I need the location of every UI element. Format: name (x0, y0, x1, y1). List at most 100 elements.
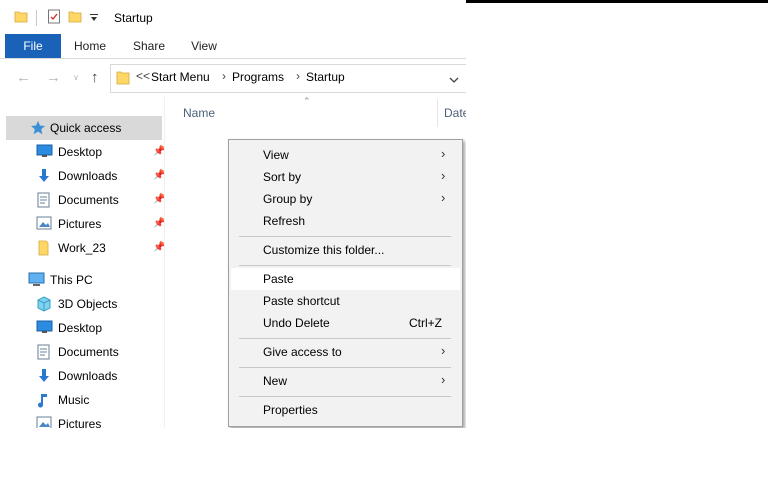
menu-item-give-access[interactable]: Give access to › (231, 341, 460, 363)
nav-label: Downloads (58, 169, 118, 183)
menu-separator (239, 265, 451, 266)
menu-item-view[interactable]: View › (231, 144, 460, 166)
nav-item-pictures-pc[interactable]: Pictures (6, 412, 162, 428)
menu-item-label: Refresh (263, 214, 306, 228)
menu-item-label: View (263, 148, 289, 162)
menu-item-customize-folder[interactable]: Customize this folder... (231, 239, 460, 261)
nav-label: Pictures (58, 417, 102, 428)
nav-label: Desktop (58, 145, 103, 159)
menu-item-new[interactable]: New › (231, 370, 460, 392)
nav-label: Quick access (50, 121, 122, 135)
nav-item-downloads-pc[interactable]: Downloads (6, 364, 162, 388)
menu-separator (239, 236, 451, 237)
menu-item-label: Customize this folder... (263, 243, 385, 257)
menu-item-shortcut: Ctrl+Z (409, 316, 442, 330)
toolbar-divider (36, 10, 37, 26)
back-arrow-icon[interactable]: ← (16, 69, 31, 86)
menu-item-label: Undo Delete (263, 316, 330, 330)
menu-item-sort-by[interactable]: Sort by › (231, 166, 460, 188)
computer-icon (28, 272, 45, 287)
menu-item-label: Paste (263, 272, 294, 286)
up-arrow-icon[interactable]: ↑ (91, 69, 99, 86)
window-title: Startup (114, 11, 153, 25)
address-dropdown-icon[interactable] (449, 73, 459, 87)
desktop-icon (36, 144, 53, 159)
nav-label: Work_23 (58, 241, 106, 255)
forward-arrow-icon[interactable]: → (46, 69, 61, 86)
menu-item-undo-delete[interactable]: Undo Delete Ctrl+Z (231, 312, 460, 334)
new-folder-icon[interactable] (68, 9, 82, 26)
nav-item-music[interactable]: Music (6, 388, 162, 412)
address-bar[interactable]: << Start Menu › Programs › Startup (110, 64, 466, 93)
tab-home[interactable]: Home (70, 34, 110, 58)
menu-item-label: Give access to (263, 345, 342, 359)
sort-ascending-icon: ⌃ (303, 96, 311, 106)
pictures-icon (36, 416, 53, 428)
column-header-name[interactable]: Name (183, 106, 215, 120)
nav-item-3d-objects[interactable]: 3D Objects (6, 292, 162, 316)
nav-label: 3D Objects (58, 297, 118, 311)
nav-label: This PC (50, 273, 93, 287)
folder-icon (14, 9, 28, 26)
nav-label: Documents (58, 193, 119, 207)
breadcrumb-overflow[interactable]: << (136, 69, 150, 83)
folder-icon (116, 70, 130, 88)
cube-icon (36, 296, 53, 312)
context-menu: View › Sort by › Group by › Refresh Cust… (228, 139, 463, 427)
menu-separator (239, 338, 451, 339)
menu-item-label: New (263, 374, 288, 388)
submenu-arrow-icon: › (441, 190, 446, 205)
nav-item-pictures[interactable]: Pictures 📌 (6, 212, 165, 236)
pane-splitter[interactable] (164, 97, 165, 428)
tab-view[interactable]: View (186, 34, 222, 58)
breadcrumb-chevron-icon[interactable]: › (222, 69, 226, 83)
submenu-arrow-icon: › (441, 168, 446, 183)
nav-label: Pictures (58, 217, 102, 231)
menu-item-label: Properties (263, 403, 318, 417)
properties-icon[interactable] (47, 9, 61, 27)
submenu-arrow-icon: › (441, 372, 446, 387)
submenu-arrow-icon: › (441, 343, 446, 358)
menu-item-label: Group by (263, 192, 313, 206)
tab-file[interactable]: File (5, 34, 61, 58)
nav-item-documents[interactable]: Documents 📌 (6, 188, 165, 212)
menu-item-paste-shortcut[interactable]: Paste shortcut (231, 290, 460, 312)
desktop-icon (36, 320, 53, 335)
menu-item-paste[interactable]: Paste (231, 268, 460, 290)
menu-item-properties[interactable]: Properties (231, 399, 460, 421)
star-icon (30, 120, 47, 135)
breadcrumb-start-menu[interactable]: Start Menu (151, 70, 210, 84)
pictures-icon (36, 216, 53, 231)
address-row: ← → ∨ ↑ << Start Menu › Programs › Start… (0, 59, 466, 97)
submenu-arrow-icon: › (441, 146, 446, 161)
nav-item-quick-access[interactable]: Quick access (6, 116, 162, 140)
nav-item-desktop[interactable]: Desktop 📌 (6, 140, 165, 164)
nav-item-documents-pc[interactable]: Documents (6, 340, 162, 364)
breadcrumb-programs[interactable]: Programs (232, 70, 284, 84)
nav-item-work-23[interactable]: Work_23 📌 (6, 236, 165, 260)
tab-share[interactable]: Share (128, 34, 170, 58)
title-bar: Startup (0, 0, 466, 34)
menu-separator (239, 367, 451, 368)
nav-item-downloads[interactable]: Downloads 📌 (6, 164, 165, 188)
menu-item-refresh[interactable]: Refresh (231, 210, 460, 232)
nav-label: Documents (58, 345, 119, 359)
documents-icon (36, 192, 53, 208)
menu-item-label: Paste shortcut (263, 294, 340, 308)
column-header-date[interactable]: Date (444, 106, 466, 120)
column-divider[interactable] (437, 99, 438, 127)
nav-label: Music (58, 393, 90, 407)
music-icon (36, 392, 53, 408)
navigation-pane: Quick access Desktop 📌 Downloads 📌 Docum… (0, 110, 165, 428)
menu-item-group-by[interactable]: Group by › (231, 188, 460, 210)
nav-item-desktop-pc[interactable]: Desktop (6, 316, 162, 340)
download-icon (36, 168, 53, 183)
screen-edge-strip (466, 0, 768, 3)
folder-icon (36, 240, 53, 256)
nav-item-this-pc[interactable]: This PC (6, 268, 162, 292)
download-icon (36, 368, 53, 383)
recent-locations-icon[interactable]: ∨ (73, 73, 79, 82)
breadcrumb-chevron-icon[interactable]: › (296, 69, 300, 83)
customize-toolbar-icon[interactable] (89, 12, 99, 26)
breadcrumb-startup[interactable]: Startup (306, 70, 345, 84)
